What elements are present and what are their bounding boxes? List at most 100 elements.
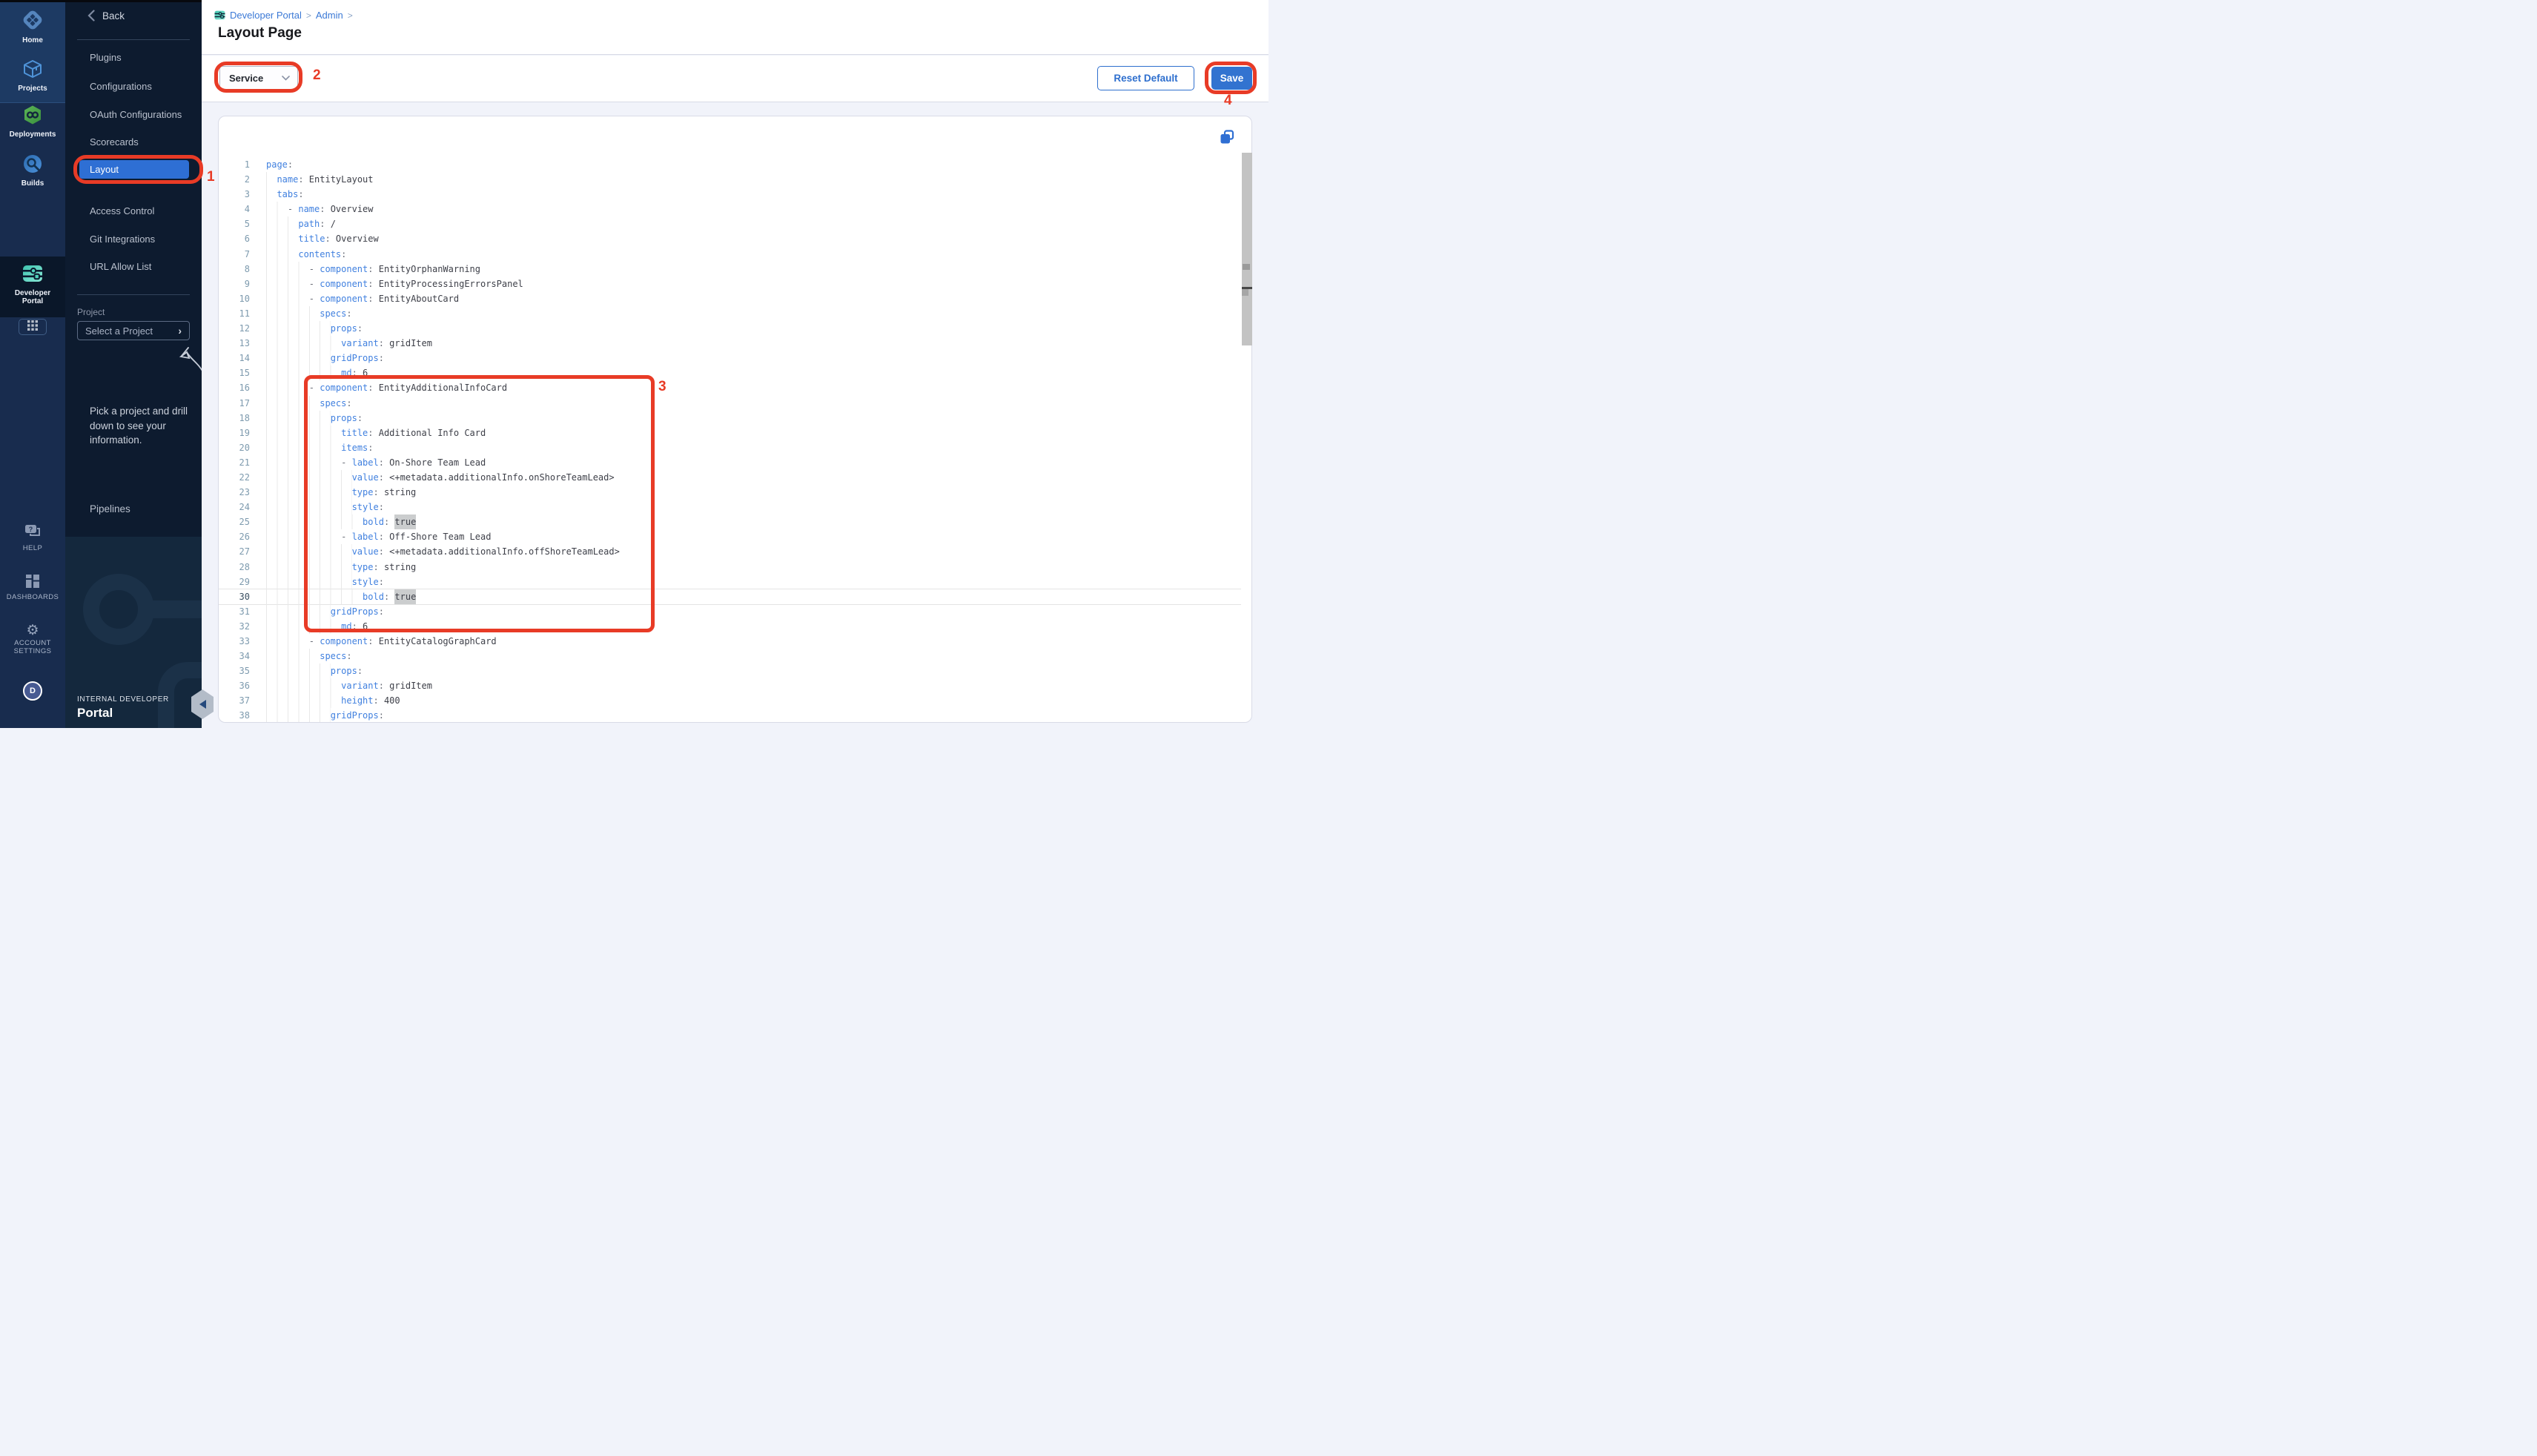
code-line: 24style:	[219, 500, 1241, 514]
code-line: 7contents:	[219, 247, 1241, 262]
window-top-edge	[0, 0, 202, 2]
decorative-bar	[145, 600, 202, 618]
breadcrumb-item-admin[interactable]: Admin	[316, 10, 343, 21]
save-button[interactable]: Save	[1211, 67, 1252, 90]
gear-icon: ⚙	[0, 623, 65, 638]
annotation-number-1: 1	[207, 169, 215, 185]
builds-icon	[22, 165, 43, 177]
code-line: 36variant: gridItem	[219, 678, 1241, 693]
sidebar-item-help[interactable]: ? HELP	[0, 524, 65, 552]
divider	[77, 39, 190, 40]
code-line: 38gridProps:	[219, 708, 1241, 722]
sidebar-item-label: Projects	[0, 85, 65, 93]
code-line: 3tabs:	[219, 187, 1241, 202]
back-label: Back	[102, 10, 125, 21]
module-switcher-button[interactable]	[19, 319, 47, 335]
help-icon: ?	[24, 529, 41, 542]
sidebar-item-label: ACCOUNT SETTINGS	[10, 639, 56, 655]
code-line: 11specs:	[219, 306, 1241, 321]
annotation-number-4: 4	[1224, 93, 1232, 109]
avatar[interactable]: D	[23, 681, 42, 701]
svg-text:?: ?	[29, 526, 33, 533]
project-hint-text: Pick a project and drill down to see you…	[90, 404, 189, 448]
developer-portal-icon	[22, 274, 43, 287]
brand-label-bottom: Portal	[77, 706, 113, 721]
code-line: 22value: <+metadata.additionalInfo.onSho…	[219, 470, 1241, 485]
brand-label-top: INTERNAL DEVELOPER	[77, 695, 169, 704]
divider	[77, 294, 190, 295]
breadcrumb: Developer Portal > Admin >	[214, 10, 353, 21]
admin-sidebar: Back Plugins Configurations OAuth Config…	[65, 0, 202, 728]
code-line: 25bold: true	[219, 514, 1241, 529]
editor-scrollbar[interactable]	[1242, 153, 1252, 345]
code-line: 2name: EntityLayout	[219, 172, 1241, 187]
sidebar-item-git-integrations[interactable]: Git Integrations	[90, 234, 155, 245]
sidebar-item-plugins[interactable]: Plugins	[90, 52, 122, 63]
sidebar-item-access-control[interactable]: Access Control	[90, 205, 154, 216]
entity-kind-select[interactable]: Service	[219, 66, 298, 90]
deployments-icon	[22, 116, 43, 128]
sidebar-item-builds[interactable]: Builds	[0, 153, 65, 188]
copy-button[interactable]	[1219, 129, 1237, 147]
annotation-number-3: 3	[658, 379, 666, 395]
project-section-label: Project	[77, 307, 105, 317]
breadcrumb-separator: >	[306, 10, 311, 21]
code-line: 9- component: EntityProcessingErrorsPane…	[219, 277, 1241, 291]
page-header	[202, 0, 1268, 55]
sidebar-item-url-allow-list[interactable]: URL Allow List	[90, 261, 151, 272]
code-line: 28type: string	[219, 560, 1241, 575]
code-line: 16- component: EntityAdditionalInfoCard	[219, 380, 1241, 395]
back-chevron-icon	[87, 10, 95, 21]
code-line: 15md: 6	[219, 365, 1241, 380]
code-line: 32md: 6	[219, 619, 1241, 634]
entity-kind-value: Service	[229, 73, 263, 84]
code-line: 17specs:	[219, 396, 1241, 411]
select-project-button[interactable]: Select a Project ›	[77, 321, 190, 340]
code-line: 6title: Overview	[219, 231, 1241, 246]
sidebar-item-label: Deployments	[0, 130, 65, 139]
sidebar-item-oauth-configurations[interactable]: OAuth Configurations	[90, 109, 182, 120]
dashboards-icon	[26, 578, 39, 591]
code-line: 8- component: EntityOrphanWarning	[219, 262, 1241, 277]
code-line: 23type: string	[219, 485, 1241, 500]
sidebar-item-projects[interactable]: Projects	[0, 59, 65, 93]
scrollbar-match-mark	[1243, 264, 1250, 270]
collapse-sidebar-icon	[199, 700, 206, 709]
code-line: 31gridProps:	[219, 604, 1241, 619]
code-line: 14gridProps:	[219, 351, 1241, 365]
back-button[interactable]: Back	[87, 10, 125, 21]
sidebar-item-label: DASHBOARDS	[0, 593, 65, 601]
code-line: 1page:	[219, 157, 1241, 172]
code-line: 26- label: Off-Shore Team Lead	[219, 529, 1241, 544]
breadcrumb-separator: >	[348, 10, 353, 21]
breadcrumb-icon	[214, 10, 225, 21]
sidebar-item-pipelines[interactable]: Pipelines	[90, 503, 130, 514]
code-line: 33- component: EntityCatalogGraphCard	[219, 634, 1241, 649]
copy-icon	[1219, 129, 1235, 145]
sidebar-item-developer-portal[interactable]: Developer Portal	[0, 263, 65, 305]
code-line: 37height: 400	[219, 693, 1241, 708]
yaml-editor[interactable]: 1page:2name: EntityLayout3tabs:4- name: …	[219, 157, 1241, 722]
sidebar-item-label: Builds	[0, 179, 65, 188]
sidebar-item-layout-active[interactable]: Layout	[79, 160, 189, 179]
home-icon	[22, 21, 44, 34]
select-project-value: Select a Project	[85, 325, 153, 337]
sidebar-item-dashboards[interactable]: DASHBOARDS	[0, 575, 65, 601]
code-line: 18props:	[219, 411, 1241, 426]
code-line: 10- component: EntityAboutCard	[219, 291, 1241, 306]
code-line: 4- name: Overview	[219, 202, 1241, 216]
sidebar-item-home[interactable]: Home	[0, 9, 65, 44]
sidebar-item-configurations[interactable]: Configurations	[90, 81, 152, 92]
breadcrumb-item-developer-portal[interactable]: Developer Portal	[230, 10, 302, 21]
sidebar-item-label: Layout	[90, 164, 119, 175]
chevron-down-icon	[282, 76, 290, 81]
code-line: 5path: /	[219, 216, 1241, 231]
sidebar-item-scorecards[interactable]: Scorecards	[90, 136, 139, 148]
code-line: 20items:	[219, 440, 1241, 455]
sidebar-item-account-settings[interactable]: ⚙ ACCOUNT SETTINGS	[0, 623, 65, 655]
sidebar-item-deployments[interactable]: Deployments	[0, 105, 65, 139]
sidebar-decoration: INTERNAL DEVELOPER Portal	[65, 537, 202, 728]
sidebar-item-label: Developer Portal	[9, 289, 56, 305]
reset-default-button[interactable]: Reset Default	[1097, 66, 1194, 90]
code-line: 13variant: gridItem	[219, 336, 1241, 351]
